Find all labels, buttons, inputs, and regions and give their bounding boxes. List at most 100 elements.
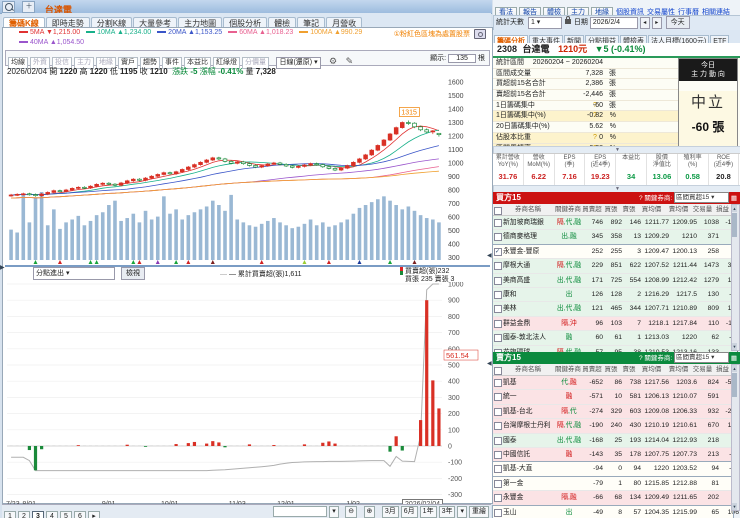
page-button-3[interactable]: 3 (32, 511, 44, 518)
days-label: 統計天數 (496, 19, 524, 26)
broker-row-群益金鼎[interactable]: 群益金鼎隔,沖9610371218.11217.84110-115 (493, 316, 739, 332)
broker-row-美林[interactable]: 美林出,代,融1214653441207.711210.89809158 (493, 302, 739, 317)
metric-本益比: 本益比 34 (616, 154, 647, 185)
broker-row-美商高盛[interactable]: 美商高盛出,代,融1717255541208.991212.421279143 (493, 273, 739, 288)
broker-row-摩根大通[interactable]: 摩根大通隔,代,融2298516221207.521211.441473390 (493, 259, 739, 274)
svg-text:300: 300 (448, 255, 460, 262)
stock-code: 2308 (497, 44, 518, 54)
branch-source-dropdown[interactable]: 分點進出 ▾ (33, 267, 115, 280)
display-count-input[interactable]: 135 (448, 54, 477, 63)
broker-row-新加坡商瑞銀[interactable]: 新加坡商瑞銀隔,代,融7468921461211.771209.951038-1… (493, 216, 739, 231)
right-top-bar: 看法 報告 體檢 主力 地緣 個股資訊 交易屬性 行事曆 相關連結 (493, 1, 740, 19)
range-button-3年[interactable]: 3年 (438, 506, 456, 518)
gear-icon[interactable]: ⚙ (329, 56, 337, 66)
svg-text:1200: 1200 (448, 134, 464, 141)
table-settings-icon[interactable]: ▦ (731, 355, 737, 362)
range-button-3月[interactable]: 3月 (381, 506, 399, 518)
broker-row-凱基-大直[interactable]: 凱基-大直-9409412201203.5294-50 (492, 461, 739, 478)
jump-dropdown-icon[interactable]: ▾ (329, 506, 339, 518)
panel-collapse-left-icon2[interactable]: ◀ (487, 360, 492, 367)
ma-label-20MA: 20MA ▲1,153.25 (168, 29, 223, 36)
display-count: 顯示: 135 根 (430, 53, 485, 63)
panel-collapse-left-icon[interactable]: ◀ (487, 252, 492, 259)
svg-text:1500: 1500 (448, 93, 464, 100)
page-button-4[interactable]: 4 (46, 511, 58, 518)
broker-row-康和[interactable]: 康和出12612821216.291217.5130-81 (493, 287, 739, 303)
range-button-6月[interactable]: 6月 (400, 506, 418, 518)
pencil-icon[interactable]: ✎ (346, 56, 354, 66)
ma-swatch (157, 30, 167, 33)
broker-row-第一金[interactable]: 第一金-791801215.851212.88811 (492, 475, 739, 493)
today-button[interactable]: 今天 (665, 16, 690, 29)
ma-swatch (299, 30, 309, 33)
date-input[interactable]: 2026/2/4 (589, 17, 638, 29)
add-tab-icon[interactable]: ＋ (22, 1, 36, 13)
app-window: ＋ 台達電 籌碼K線 即時走勢 分割K線 大量參考 主力地圖 個股分析 體檢 筆記 月營收 5M… (0, 0, 740, 518)
metric-累計營收: 累計營收 YoY(%) 31.76 (493, 154, 524, 185)
table-scrollbar[interactable]: ▲ ▼ (731, 204, 740, 351)
key-broker-dropdown[interactable]: 區間賣超15 ▾ (674, 352, 730, 363)
metrics-strip: 累計營收 YoY(%) 31.76 營收 MoM(%) 6.22 EPS (季) 7.16 EPS… (493, 153, 740, 185)
page-button-▸[interactable]: ▸ (88, 511, 100, 518)
ma-label-5MA: 5MA ▼1,215.00 (30, 29, 81, 36)
broker-row-國泰[interactable]: 國泰出,代,融-168251931214.041212.9321815 (493, 433, 739, 448)
view-button[interactable]: 檢視 (120, 267, 145, 280)
table-scrollbar[interactable]: ▲ ▼ (731, 364, 740, 511)
page-button-5[interactable]: 5 (60, 511, 72, 518)
svg-text:600: 600 (448, 215, 460, 222)
broker-row-德商麥格理[interactable]: 德商麥格理出,融345358131209.29121037126 (493, 230, 739, 245)
stat-row: 1日籌碼集中? -60 張 (493, 101, 678, 112)
broker-row-凱基-台北[interactable]: 凱基-台北隔,代-2743296031209.081206.33932-200 (493, 404, 739, 420)
svg-text:1000: 1000 (448, 282, 464, 289)
svg-text:800: 800 (448, 188, 460, 195)
broker-row-中國信託[interactable]: 中國信託融-143351781207.751207.73213-51 (493, 447, 739, 463)
ohlc-readout: 2026/02/04 開 1220 高 1220 低 1195 收 1210 漲… (7, 67, 276, 76)
ma-swatch (228, 30, 238, 33)
date-next-button[interactable]: ▸ (651, 17, 662, 29)
svg-text:700: 700 (448, 201, 460, 208)
range-button-▾[interactable]: ▾ (457, 506, 467, 518)
stat-row: 佔股本比重? 0% (493, 132, 678, 144)
stats-block: 統計區間 20260204 ~ 20260204 區間成交量 7,328 張買超前15名… (493, 58, 740, 155)
table-settings-icon[interactable]: ▦ (731, 195, 737, 202)
candlestick-chart[interactable]: 300 400 500 600 700 800 900 1000 1100 1200 1300 140… (5, 78, 490, 267)
broker-row-統一[interactable]: 統一融-571105811206.131210.075912 (493, 390, 739, 405)
panel-expand-right-icon[interactable]: ▶ (0, 264, 5, 271)
broker-row-永豐金[interactable]: 永豐金隔,融-66681341209.491211.652023 (493, 491, 739, 506)
date-prev-button[interactable]: ◂ (639, 17, 650, 29)
ma-legend-row2: 40MA ▲1,054.50 (13, 39, 313, 49)
page-button-6[interactable]: 6 (74, 511, 86, 518)
lock-icon[interactable] (564, 16, 571, 24)
broker-row-凱基[interactable]: 凱基代,融-652867381217.561203.6824-554 (493, 376, 739, 391)
ma-label-100MA: 100MA ▲990.29 (310, 29, 363, 36)
range-button-重繪[interactable]: 重繪 (469, 506, 489, 518)
pane2-header: 分點進出 ▾ 檢視 — — 累計買賣超(張)1,611 買賣超(張)232 買張 … (5, 267, 490, 283)
broker-row-國泰-敦北法人[interactable]: 國泰-敦北法人融606111213.03122062-54 (493, 331, 739, 346)
metric-EPS: EPS (季) 7.16 (555, 154, 586, 185)
svg-text:900: 900 (448, 174, 460, 181)
days-dropdown[interactable]: 1 ▾ (527, 17, 562, 29)
key-broker-dropdown[interactable]: 區間買超15 ▾ (674, 192, 730, 203)
zoom-in-icon[interactable]: ⊕ (363, 506, 376, 518)
page-button-2[interactable]: 2 (18, 511, 30, 518)
branch-flow-chart[interactable]: -300-200-1000100200300400500600700800900… (5, 282, 490, 500)
svg-text:500: 500 (448, 363, 460, 370)
zoom-controls: ▾ ⊖ ⊕ 3月 6月 1年 3年 ▾ 重繪 (273, 506, 489, 518)
stat-row: 統計區間 20260204 ~ 20260204 (493, 58, 678, 69)
stat-row: 買超前15名合計 2,386 張 (493, 79, 678, 91)
zoom-out-icon[interactable]: ⊖ (345, 506, 358, 518)
display-count-unit: 根 (478, 55, 485, 62)
date-label: 日期 (573, 19, 588, 26)
broker-row-永豐金-豐原[interactable]: ✓永豐金-豐原25225531209.471200.1325810 (492, 243, 739, 261)
ma-label-10MA: 10MA ▲1,234.00 (97, 29, 152, 36)
main-force-header: 今日 主 力 動 向 (679, 59, 737, 81)
jump-input[interactable] (273, 506, 328, 517)
broker-row-台灣摩根士丹利[interactable]: 台灣摩根士丹利隔,代,融-1902404301210.191210.616701… (493, 419, 739, 434)
stock-name: 台達電 (522, 44, 550, 54)
range-button-1年[interactable]: 1年 (419, 506, 437, 518)
search-icon[interactable] (2, 1, 15, 13)
broker-row-玉山[interactable]: 玉山出 -49 8 57 1204.35 1215.99 65 106 (492, 504, 739, 518)
camera-icon[interactable] (474, 29, 486, 39)
page-button-1[interactable]: 1 (4, 511, 16, 518)
stat-row: 區間成交量 7,328 張 (493, 69, 678, 80)
